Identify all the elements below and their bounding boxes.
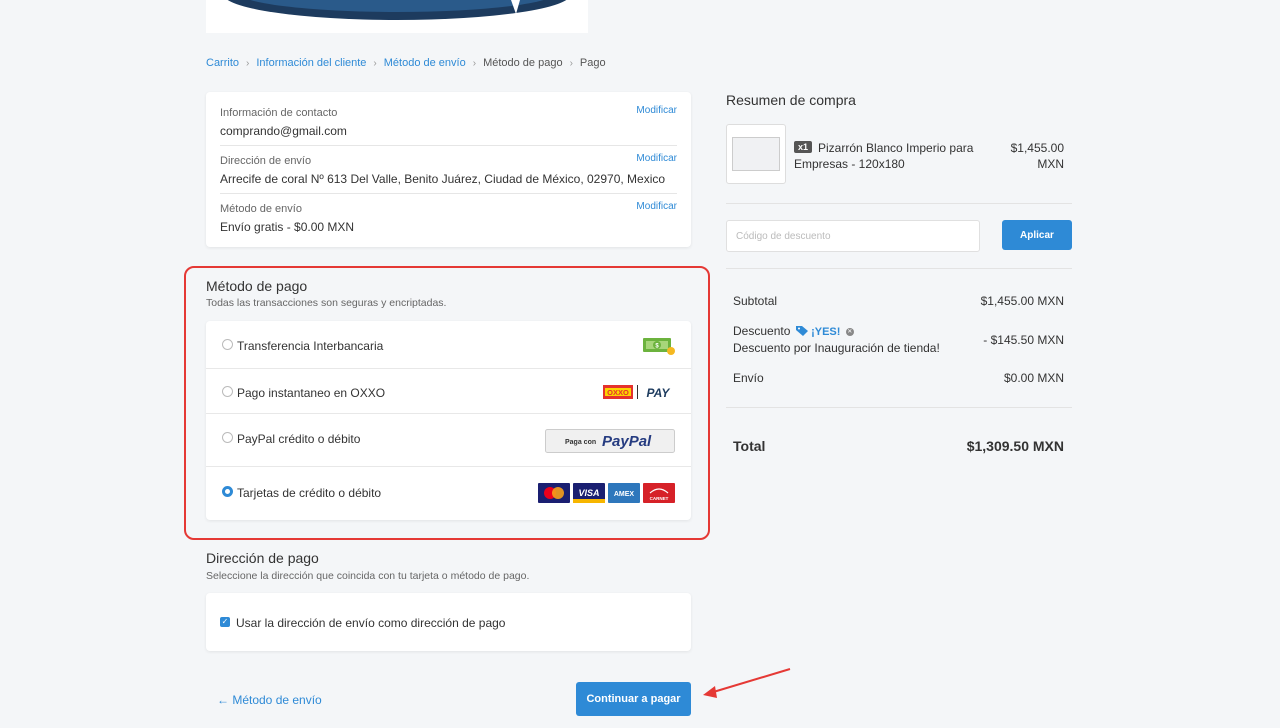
divider [726, 268, 1072, 269]
billing-address-title: Dirección de pago [206, 550, 319, 566]
card-brands-icon: VISA AMEX CARNET [538, 483, 675, 503]
subtotal-value: $1,455.00 MXN [980, 294, 1064, 308]
store-logo[interactable] [206, 0, 588, 33]
payment-method-subtitle: Todas las transacciones son seguras y en… [206, 297, 447, 309]
carnet-text: CARNET [650, 496, 669, 501]
shipping-cost-value: $0.00 MXN [1003, 371, 1064, 385]
discount-description: Descuento por Inauguración de tienda! [733, 341, 940, 355]
contact-info-value: comprando@gmail.com [220, 124, 347, 138]
total-value: $1,309.50 MXN [966, 438, 1064, 454]
contact-info-row: Información de contacto comprando@gmail.… [220, 105, 677, 138]
order-summary-title: Resumen de compra [726, 92, 856, 108]
shipping-method-row: Método de envío Envío gratis - $0.00 MXN… [220, 201, 677, 234]
divider [726, 203, 1072, 204]
customer-info-card: Información de contacto comprando@gmail.… [206, 92, 691, 247]
breadcrumb: Carrito › Información del cliente › Méto… [206, 57, 606, 69]
chevron-right-icon: › [246, 57, 250, 69]
product-price: $1,455.00 MXN [1010, 141, 1064, 171]
modify-contact-link[interactable]: Modificar [636, 105, 677, 116]
continue-to-pay-button[interactable]: Continuar a pagar [576, 682, 691, 716]
breadcrumb-cart[interactable]: Carrito [206, 57, 239, 69]
visa-text: VISA [578, 488, 599, 498]
paypal-button: Paga con PayPal [545, 429, 675, 453]
oxxo-pay-logo: OXXO PAY [603, 385, 671, 400]
same-address-checkbox[interactable]: ✓ [220, 617, 230, 627]
logo-graphic [227, 0, 567, 20]
divider [726, 407, 1072, 408]
arrow-annotation-icon [703, 668, 791, 698]
breadcrumb-payment-method: Método de pago [483, 57, 563, 69]
apply-discount-button[interactable]: Aplicar [1002, 220, 1072, 250]
paypal-word: PayPal [602, 433, 652, 450]
payment-option-transfer[interactable]: Transferencia Interbancaria $ [206, 321, 691, 369]
shipping-cost-label: Envío [733, 371, 764, 385]
billing-address-card: ✓ Usar la dirección de envío como direcc… [206, 593, 691, 651]
payment-option-oxxo[interactable]: Pago instantaneo en OXXO OXXO PAY [206, 369, 691, 414]
billing-address-subtitle: Seleccione la dirección que coincida con… [206, 570, 530, 582]
shipping-method-value: Envío gratis - $0.00 MXN [220, 220, 355, 234]
cash-icon: $ [643, 338, 675, 355]
tag-icon [795, 326, 808, 336]
chevron-right-icon: › [569, 57, 573, 69]
payment-option-label: PayPal crédito o débito [237, 432, 361, 446]
same-address-label[interactable]: Usar la dirección de envío como direcció… [236, 616, 505, 630]
payment-option-label: Transferencia Interbancaria [237, 339, 384, 353]
shipping-address-row: Dirección de envío Arrecife de coral Nº … [220, 153, 677, 186]
discount-value: - $145.50 MXN [983, 333, 1064, 347]
radio-paypal[interactable] [222, 432, 233, 443]
chevron-right-icon: › [472, 57, 477, 69]
discount-code-input[interactable] [726, 220, 980, 252]
remove-discount-icon[interactable]: ✕ [845, 327, 854, 336]
radio-oxxo[interactable] [222, 386, 233, 397]
subtotal-label: Subtotal [733, 294, 778, 308]
contact-info-label: Información de contacto [220, 107, 338, 119]
breadcrumb-shipping-method[interactable]: Método de envío [384, 57, 466, 69]
breadcrumb-customer-info[interactable]: Información del cliente [256, 57, 366, 69]
shipping-method-label: Método de envío [220, 203, 302, 215]
payment-option-cards[interactable]: Tarjetas de crédito o débito VISA AMEX C… [206, 467, 691, 520]
product-name: Pizarrón Blanco Imperio para Empresas - … [794, 141, 974, 171]
modify-address-link[interactable]: Modificar [636, 153, 677, 164]
product-quantity-badge: x1 [794, 141, 813, 153]
breadcrumb-payment: Pago [579, 57, 606, 69]
chevron-right-icon: › [373, 57, 377, 69]
divider [220, 193, 677, 194]
oxxo-text: OXXO [607, 388, 629, 397]
amex-text: AMEX [614, 491, 635, 498]
payment-option-label: Pago instantaneo en OXXO [237, 386, 386, 400]
paypal-prefix: Paga con [565, 439, 596, 446]
total-label: Total [733, 438, 766, 454]
payment-method-title: Método de pago [206, 278, 308, 294]
payment-option-paypal[interactable]: PayPal crédito o débito Paga con PayPal [206, 414, 691, 467]
discount-label: Descuento [733, 324, 791, 338]
whiteboard-image [732, 137, 780, 171]
radio-transfer[interactable] [222, 339, 233, 350]
radio-cards[interactable] [222, 486, 233, 497]
payment-option-label: Tarjetas de crédito o débito [237, 486, 382, 500]
payment-options-card: Transferencia Interbancaria $ Pago insta… [206, 321, 691, 520]
discount-row: Descuento ¡YES! ✕ [733, 324, 854, 338]
discount-code-tag: ¡YES! [811, 326, 841, 338]
product-thumbnail [726, 124, 786, 184]
shipping-address-value: Arrecife de coral Nº 613 Del Valle, Beni… [220, 172, 666, 186]
divider [220, 145, 677, 146]
modify-shipping-link[interactable]: Modificar [636, 201, 677, 212]
pay-text: PAY [647, 386, 671, 400]
back-to-shipping-link[interactable]: ← Método de envío [217, 693, 322, 707]
shipping-address-label: Dirección de envío [220, 155, 312, 167]
